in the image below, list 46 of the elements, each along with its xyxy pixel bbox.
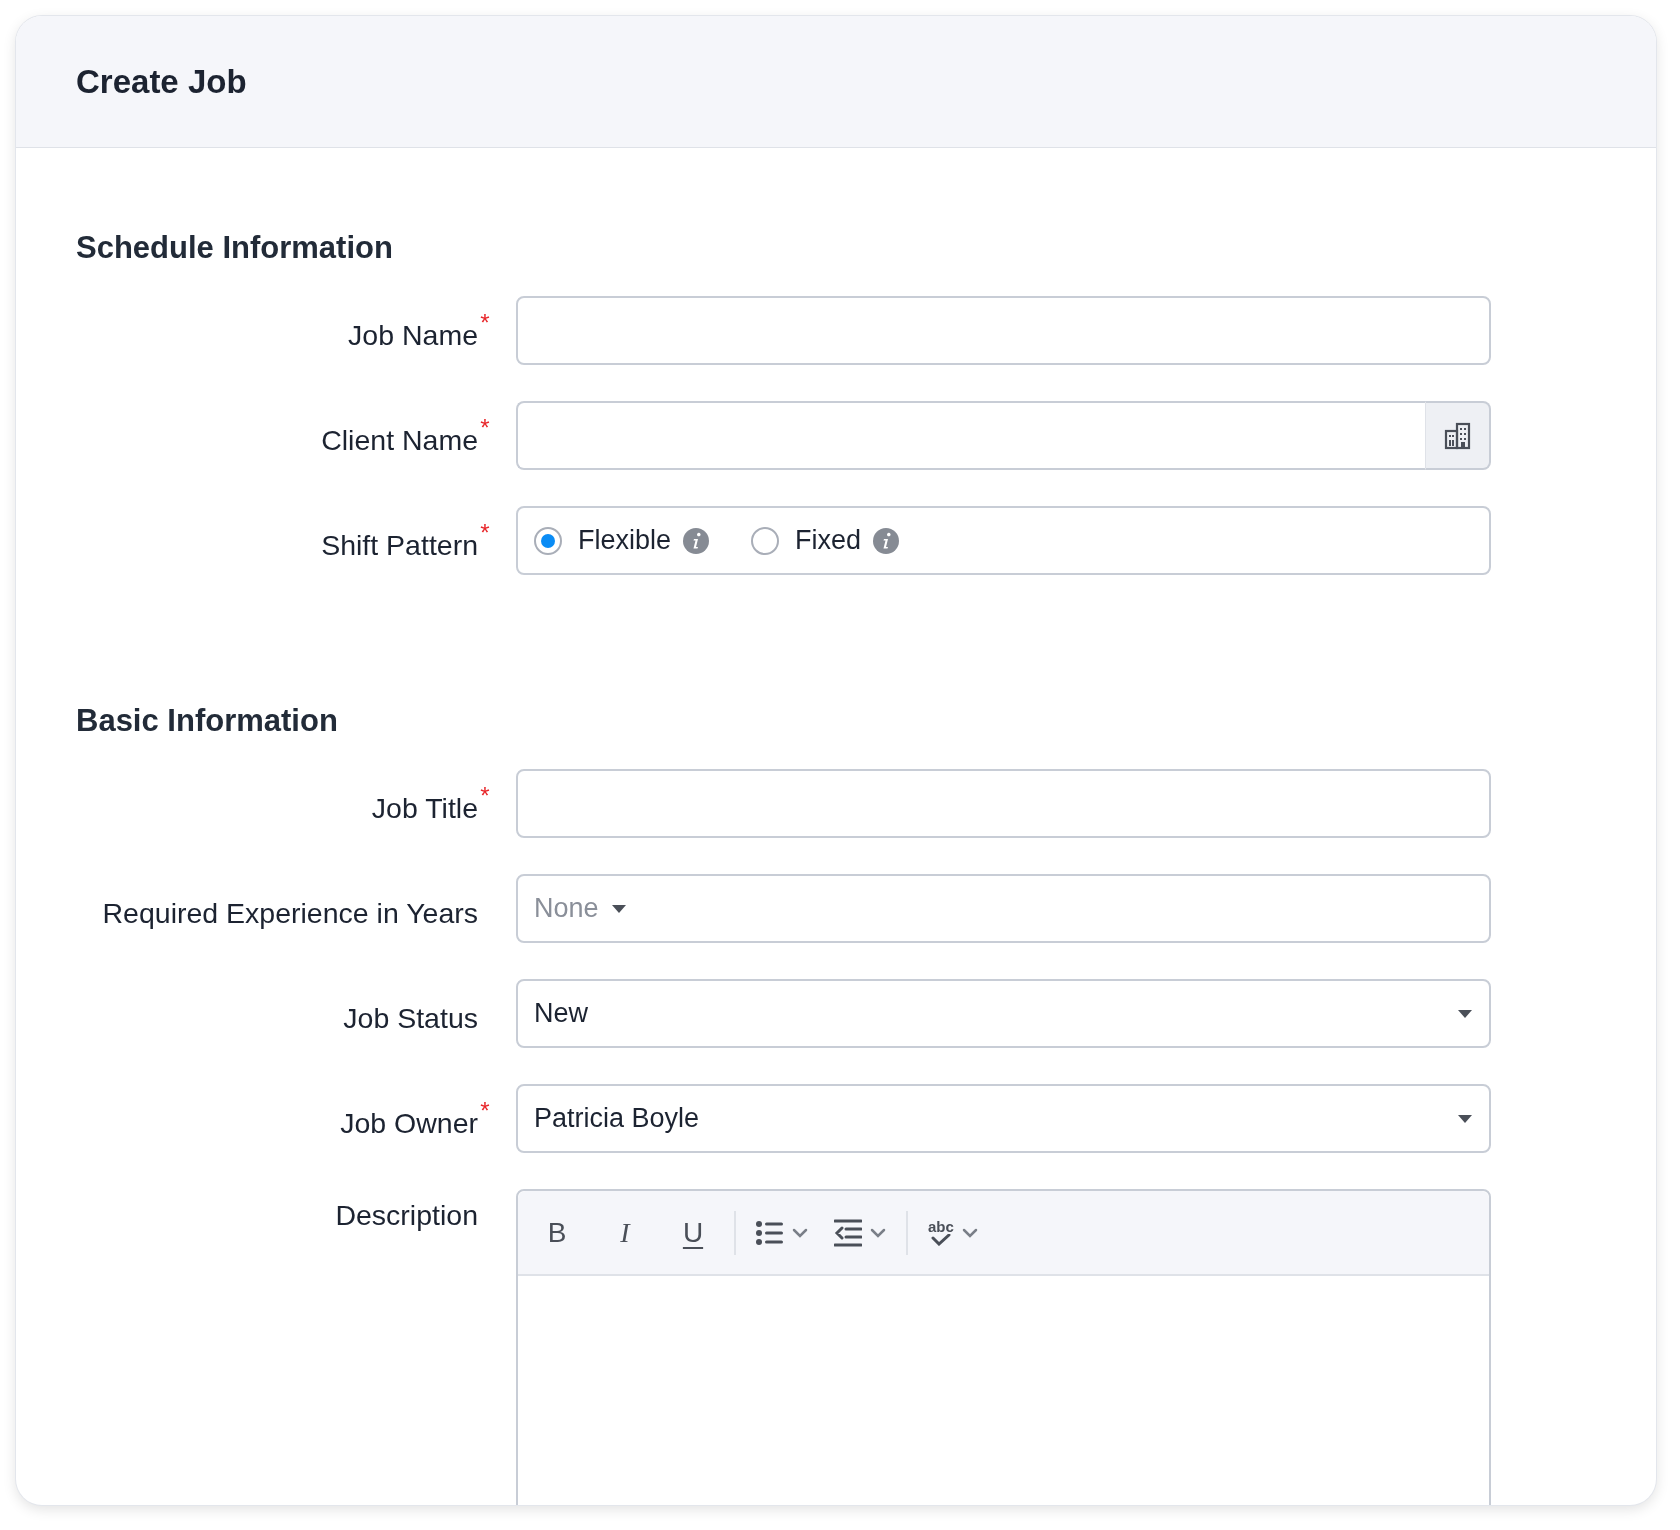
caret-icon — [610, 903, 627, 914]
bold-button[interactable]: B — [530, 1208, 584, 1257]
field-label: Job Name — [348, 318, 478, 352]
italic-button[interactable]: I — [598, 1208, 652, 1257]
checkmark-icon — [929, 1234, 952, 1246]
page-title: Create Job — [76, 62, 247, 101]
info-icon — [683, 527, 710, 554]
required-mark: * — [479, 414, 491, 442]
caret-icon — [1457, 1113, 1473, 1124]
text-input[interactable] — [516, 296, 1491, 365]
option-label: Flexible — [578, 525, 672, 556]
radio-button[interactable] — [534, 526, 562, 555]
info-icon — [873, 527, 900, 554]
dropdown-value: New — [534, 998, 588, 1029]
dropdown-placeholder: None — [534, 893, 599, 924]
building-icon — [1442, 420, 1473, 451]
outdent-icon — [834, 1218, 862, 1247]
field-label: Shift Pattern — [321, 528, 478, 562]
field-label: Client Name — [321, 423, 478, 457]
chevron-down-icon — [961, 1227, 978, 1238]
text-input[interactable] — [516, 769, 1491, 838]
field-label: Required Experience in Years — [102, 896, 478, 930]
required-mark: * — [479, 1097, 491, 1125]
section-heading: Schedule Information — [76, 230, 394, 266]
lookup-button[interactable] — [1425, 401, 1491, 470]
dropdown-field[interactable]: Patricia Boyle — [516, 1084, 1491, 1153]
field-label: Description — [335, 1198, 478, 1232]
field-label: Job Status — [343, 1001, 478, 1035]
section-heading: Basic Information — [76, 703, 339, 739]
dropdown-field[interactable]: New — [516, 979, 1491, 1048]
underline-button[interactable]: U — [666, 1208, 720, 1257]
caret-icon — [1457, 1008, 1473, 1019]
field-label: Job Owner — [340, 1106, 478, 1140]
bullet-list-icon — [756, 1219, 784, 1246]
chevron-down-icon — [792, 1227, 808, 1238]
required-mark: * — [479, 309, 491, 337]
option-label: Fixed — [795, 525, 862, 556]
dropdown-value: Patricia Boyle — [534, 1103, 700, 1134]
spellcheck-label: abc — [928, 1219, 954, 1234]
required-mark: * — [479, 519, 491, 547]
required-mark: * — [479, 782, 491, 810]
radio-button[interactable] — [751, 526, 780, 555]
field-label: Job Title — [371, 791, 478, 825]
text-input[interactable] — [516, 401, 1425, 470]
chevron-down-icon — [870, 1227, 886, 1238]
spellcheck-button[interactable]: abc — [922, 1208, 984, 1257]
